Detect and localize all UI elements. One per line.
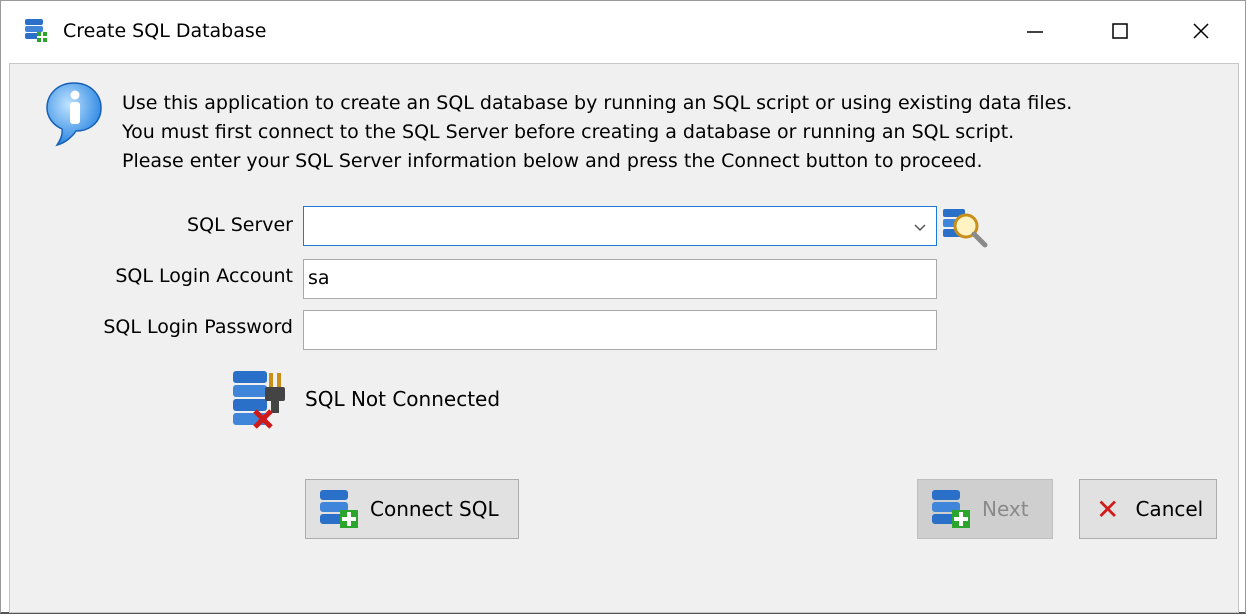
connection-status-text: SQL Not Connected — [305, 387, 501, 411]
sql-server-label: SQL Server — [187, 214, 293, 236]
info-message: Use this application to create an SQL da… — [122, 89, 1072, 176]
sql-login-password-label: SQL Login Password — [103, 316, 293, 338]
next-button[interactable]: Next — [917, 479, 1053, 539]
database-add-icon — [932, 490, 970, 528]
close-icon — [1193, 23, 1209, 39]
connect-sql-label: Connect SQL — [370, 497, 499, 521]
info-icon — [46, 82, 102, 147]
cancel-label: Cancel — [1135, 497, 1204, 521]
info-line-1: Use this application to create an SQL da… — [122, 92, 1073, 114]
title-bar[interactable]: Create SQL Database — [1, 1, 1245, 63]
sql-login-account-input[interactable]: sa — [303, 259, 937, 299]
next-label: Next — [982, 497, 1029, 521]
maximize-button[interactable] — [1098, 11, 1142, 51]
info-line-2: You must first connect to the SQL Server… — [122, 121, 1015, 143]
database-disconnected-icon — [233, 371, 285, 429]
sql-login-password-input[interactable] — [303, 310, 937, 350]
chevron-down-icon[interactable] — [910, 217, 930, 237]
minimize-button[interactable] — [1013, 11, 1057, 51]
window-title: Create SQL Database — [63, 20, 267, 42]
cancel-x-icon: ✕ — [1096, 492, 1120, 526]
sql-server-combobox[interactable] — [303, 206, 937, 246]
database-add-icon — [25, 19, 47, 42]
minimize-icon — [1027, 31, 1043, 33]
browse-server-icon[interactable] — [941, 205, 989, 251]
cancel-button[interactable]: ✕ Cancel — [1079, 479, 1217, 539]
create-sql-database-window: Create SQL Database Use this application… — [0, 0, 1246, 614]
sql-login-account-label: SQL Login Account — [115, 265, 293, 287]
info-line-3: Please enter your SQL Server information… — [122, 150, 983, 172]
close-button[interactable] — [1179, 11, 1223, 51]
maximize-icon — [1112, 23, 1128, 39]
database-add-icon — [320, 490, 358, 528]
connect-sql-button[interactable]: Connect SQL — [305, 479, 519, 539]
